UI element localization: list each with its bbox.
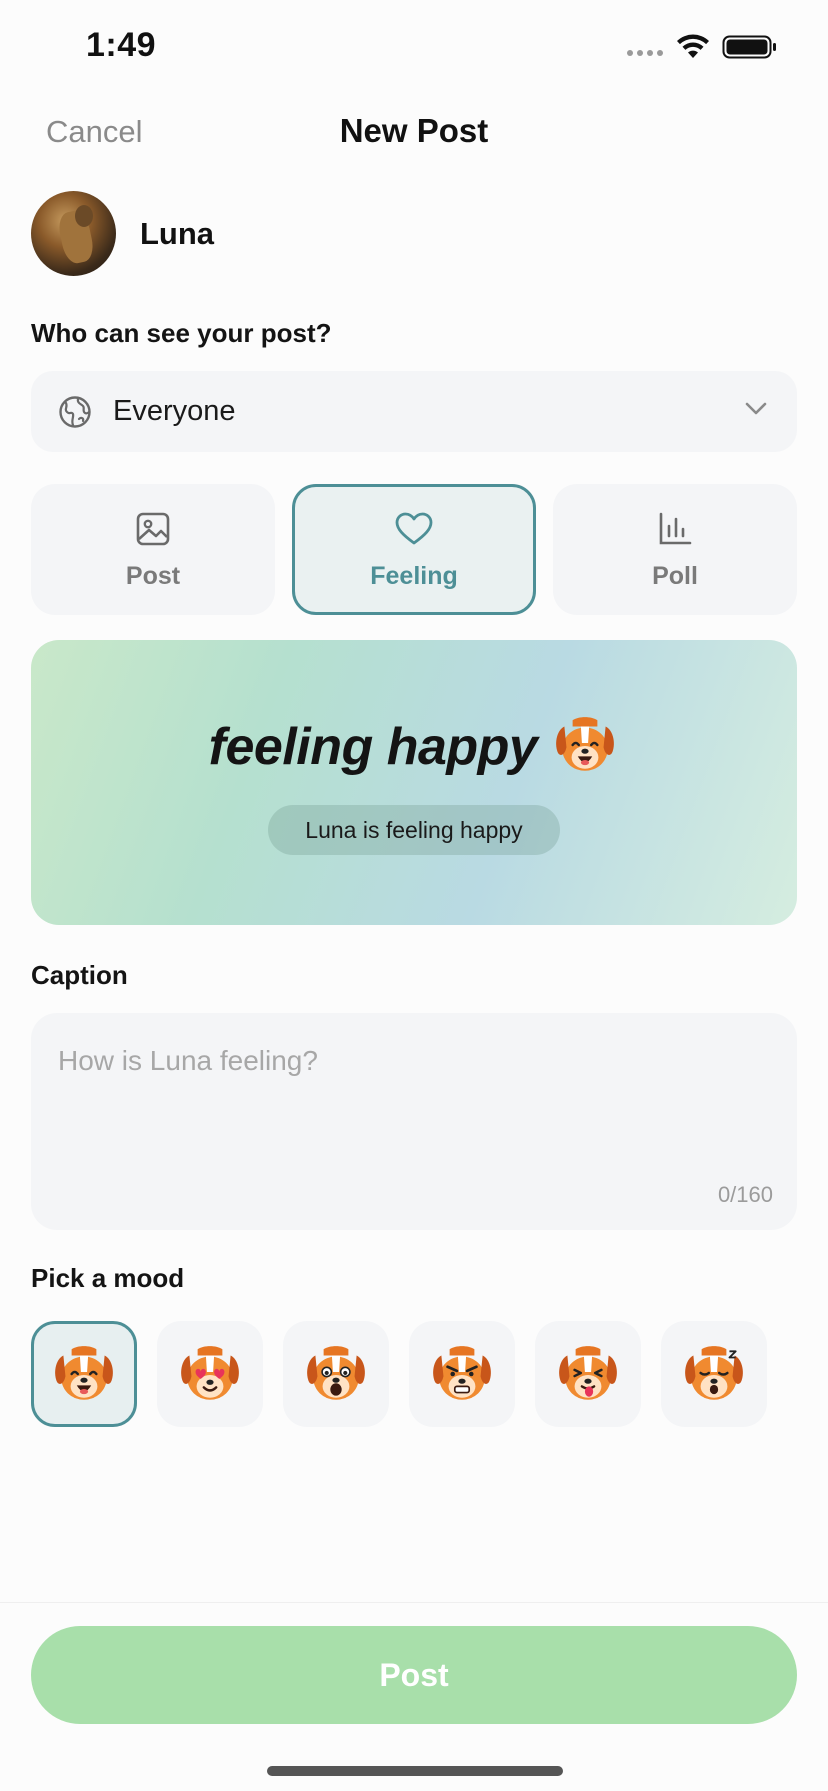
excited-dog-icon bbox=[307, 1346, 365, 1400]
mood-love[interactable] bbox=[157, 1321, 263, 1427]
new-post-screen: 1:49 New Post Cancel Luna Who can see yo… bbox=[0, 0, 828, 1791]
mood-excited[interactable] bbox=[283, 1321, 389, 1427]
status-bar: 1:49 bbox=[0, 0, 828, 92]
sleepy-dog-icon bbox=[685, 1346, 743, 1400]
globe-icon bbox=[59, 396, 91, 428]
caption-input[interactable]: How is Luna feeling? 0/160 bbox=[31, 1013, 797, 1230]
mood-happy[interactable] bbox=[31, 1321, 137, 1427]
tab-feeling[interactable]: Feeling bbox=[292, 484, 536, 615]
audience-value: Everyone bbox=[113, 395, 236, 427]
happy-dog-icon bbox=[55, 1346, 113, 1400]
caption-placeholder: How is Luna feeling? bbox=[58, 1045, 318, 1076]
silly-dog-icon bbox=[559, 1346, 617, 1400]
tab-post[interactable]: Post bbox=[31, 484, 275, 615]
tab-feeling-label: Feeling bbox=[370, 562, 458, 590]
image-icon bbox=[136, 512, 170, 546]
cancel-button[interactable]: Cancel bbox=[46, 114, 143, 150]
cellular-signal-icon bbox=[627, 50, 663, 56]
bar-chart-icon bbox=[659, 512, 692, 545]
avatar bbox=[31, 191, 116, 276]
happy-dog-icon bbox=[556, 717, 615, 772]
status-time: 1:49 bbox=[86, 26, 157, 64]
tab-poll-label: Poll bbox=[652, 562, 698, 590]
wifi-icon bbox=[677, 34, 709, 58]
heart-icon bbox=[395, 512, 433, 545]
caption-char-counter: 0/160 bbox=[717, 1182, 773, 1207]
love-dog-icon bbox=[181, 1346, 239, 1400]
caption-label: Caption bbox=[31, 960, 128, 990]
angry-dog-icon bbox=[433, 1346, 491, 1400]
chevron-down-icon bbox=[745, 402, 767, 415]
audience-select[interactable]: Everyone bbox=[31, 371, 797, 452]
home-indicator bbox=[267, 1766, 563, 1776]
preview-subtitle: Luna is feeling happy bbox=[268, 805, 560, 855]
post-button[interactable]: Post bbox=[31, 1626, 797, 1724]
preview-headline-text: feeling happy bbox=[208, 718, 538, 776]
mood-silly[interactable] bbox=[535, 1321, 641, 1427]
mood-label: Pick a mood bbox=[31, 1263, 185, 1293]
battery-icon bbox=[722, 35, 776, 59]
preview-headline: feeling happy bbox=[31, 717, 797, 778]
tab-poll[interactable]: Poll bbox=[553, 484, 797, 615]
profile-name: Luna bbox=[140, 216, 215, 251]
tab-post-label: Post bbox=[125, 562, 181, 590]
mood-sleepy[interactable] bbox=[661, 1321, 767, 1427]
bottom-divider bbox=[0, 1602, 828, 1603]
feeling-preview-card: feeling happy Luna is feeling happy bbox=[31, 640, 797, 925]
audience-label: Who can see your post? bbox=[31, 318, 332, 348]
mood-angry[interactable] bbox=[409, 1321, 515, 1427]
